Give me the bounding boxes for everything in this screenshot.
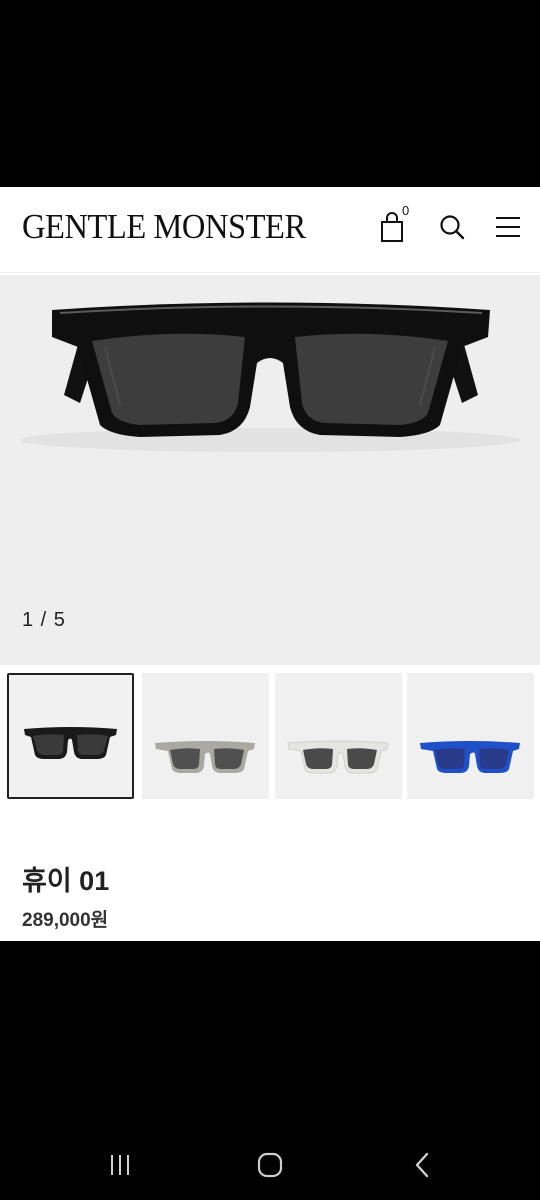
site-header: GENTLE MONSTER 0 [0,187,540,273]
sunglasses-thumbnail-image [24,727,117,759]
search-icon [440,215,465,240]
app-screen: GENTLE MONSTER 0 1 / 5 휴이 01 289,000원 [0,187,540,941]
sunglasses-thumbnail-image [287,740,389,774]
sunglasses-thumbnail-image [420,741,520,773]
cart-button[interactable]: 0 [372,203,412,247]
system-navigation-bar [0,1130,540,1200]
recent-apps-button[interactable] [100,1150,140,1180]
thumbnail-blue[interactable] [407,673,534,799]
back-button[interactable] [403,1150,443,1180]
thumbnail-strip [0,671,540,801]
sunglasses-main-image [20,302,520,452]
menu-button[interactable] [488,207,528,247]
brand-logo[interactable]: GENTLE MONSTER [22,207,306,247]
recent-apps-icon [111,1155,129,1175]
back-icon [415,1152,429,1178]
thumbnail-grey[interactable] [142,673,269,799]
search-button[interactable] [432,207,472,247]
thumbnail-black[interactable] [7,673,134,799]
image-counter: 1 / 5 [22,609,66,631]
product-price: 289,000원 [22,910,109,931]
thumbnail-clear[interactable] [275,673,402,799]
sunglasses-thumbnail-image [155,741,255,773]
home-button[interactable] [250,1150,290,1180]
hamburger-menu-icon [496,217,520,237]
home-icon [257,1152,283,1178]
status-bar-area [0,0,540,187]
product-image-carousel[interactable]: 1 / 5 [0,275,540,665]
product-name: 휴이 01 [22,866,110,896]
cart-count-badge: 0 [402,203,410,218]
